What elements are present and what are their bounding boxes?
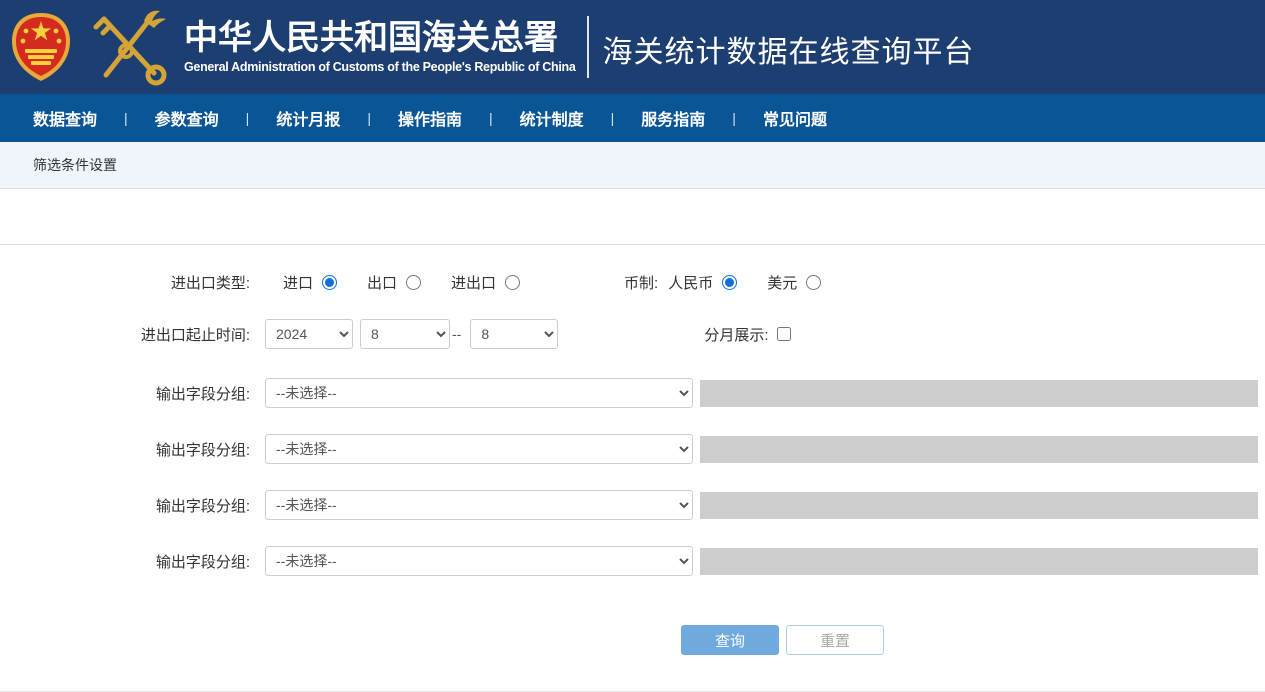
monthly-display-group: 分月展示: (704, 324, 790, 345)
china-national-emblem-icon (8, 11, 74, 83)
breadcrumb-bar: 筛选条件设置 (0, 142, 1265, 189)
date-range-separator: -- (452, 326, 461, 342)
nav-separator: | (367, 110, 371, 126)
output-group-value-display-3 (700, 492, 1258, 519)
filter-form: 进出口类型: 进口 出口 进出口 币制: (0, 245, 1265, 655)
start-year-select[interactable]: 2024 (265, 319, 353, 349)
nav-separator: | (246, 110, 250, 126)
nav-separator: | (489, 110, 493, 126)
nav-item-monthly-report[interactable]: 统计月报 (276, 106, 340, 130)
currency-radio-usd[interactable] (806, 275, 821, 290)
end-month-select[interactable]: 8 (470, 319, 558, 349)
nav-item-statistics-system[interactable]: 统计制度 (520, 106, 584, 130)
section-gap (0, 189, 1265, 245)
breadcrumb-title: 筛选条件设置 (33, 155, 117, 175)
org-title-zh: 中华人民共和国海关总署 (184, 20, 575, 57)
output-group-label: 输出字段分组: (0, 495, 250, 516)
output-group-row-2: 输出字段分组: --未选择-- (0, 434, 1265, 464)
monthly-display-label: 分月展示: (704, 324, 768, 345)
currency-radio-rmb[interactable] (722, 275, 737, 290)
nav-separator: | (611, 110, 615, 126)
trade-type-option-import[interactable]: 进口 (283, 272, 337, 293)
output-group-value-display-1 (700, 380, 1258, 407)
org-title-en: General Administration of Customs of the… (184, 60, 575, 74)
monthly-display-checkbox[interactable] (777, 327, 791, 341)
nav-item-data-query[interactable]: 数据查询 (33, 106, 97, 130)
output-group-select-4[interactable]: --未选择-- (265, 546, 693, 576)
output-group-label: 输出字段分组: (0, 383, 250, 404)
currency-group: 币制: 人民币 美元 (624, 272, 821, 293)
output-group-select-3[interactable]: --未选择-- (265, 490, 693, 520)
output-group-row-3: 输出字段分组: --未选择-- (0, 490, 1265, 520)
output-group-row-4: 输出字段分组: --未选择-- (0, 546, 1265, 576)
action-button-row: 查询 重置 (681, 625, 1265, 655)
main-nav: 数据查询 | 参数查询 | 统计月报 | 操作指南 | 统计制度 | 服务指南 … (0, 94, 1265, 142)
org-title-block: 中华人民共和国海关总署 General Administration of Cu… (184, 20, 575, 74)
date-range-row: 进出口起止时间: 2024 8 -- 8 分月展示: (0, 319, 1265, 349)
customs-logo-icon (84, 7, 170, 87)
output-group-row-1: 输出字段分组: --未选择-- (0, 378, 1265, 408)
nav-item-faq[interactable]: 常见问题 (763, 106, 827, 130)
reset-button[interactable]: 重置 (786, 625, 884, 655)
currency-option-usd[interactable]: 美元 (767, 272, 821, 293)
trade-type-option-export[interactable]: 出口 (367, 272, 421, 293)
nav-item-service-guide[interactable]: 服务指南 (641, 106, 705, 130)
app-header: 中华人民共和国海关总署 General Administration of Cu… (0, 0, 1265, 94)
header-divider (587, 16, 589, 78)
trade-type-row: 进出口类型: 进口 出口 进出口 币制: (0, 267, 1265, 297)
output-group-value-display-2 (700, 436, 1258, 463)
nav-separator: | (732, 110, 736, 126)
currency-option-rmb[interactable]: 人民币 (668, 272, 737, 293)
currency-label: 币制: (624, 272, 658, 293)
start-month-select[interactable]: 8 (360, 319, 450, 349)
nav-item-parameter-query[interactable]: 参数查询 (155, 106, 219, 130)
date-range-label: 进出口起止时间: (0, 324, 250, 345)
output-group-label: 输出字段分组: (0, 551, 250, 572)
output-group-select-1[interactable]: --未选择-- (265, 378, 693, 408)
nav-item-operation-guide[interactable]: 操作指南 (398, 106, 462, 130)
output-group-label: 输出字段分组: (0, 439, 250, 460)
trade-type-radio-import-export[interactable] (505, 275, 520, 290)
trade-type-label: 进出口类型: (0, 272, 250, 293)
nav-separator: | (124, 110, 128, 126)
platform-title: 海关统计数据在线查询平台 (602, 23, 974, 71)
output-group-value-display-4 (700, 548, 1258, 575)
output-group-select-2[interactable]: --未选择-- (265, 434, 693, 464)
trade-type-radio-export[interactable] (406, 275, 421, 290)
query-button[interactable]: 查询 (681, 625, 779, 655)
trade-type-radio-import[interactable] (322, 275, 337, 290)
trade-type-option-import-export[interactable]: 进出口 (451, 272, 520, 293)
